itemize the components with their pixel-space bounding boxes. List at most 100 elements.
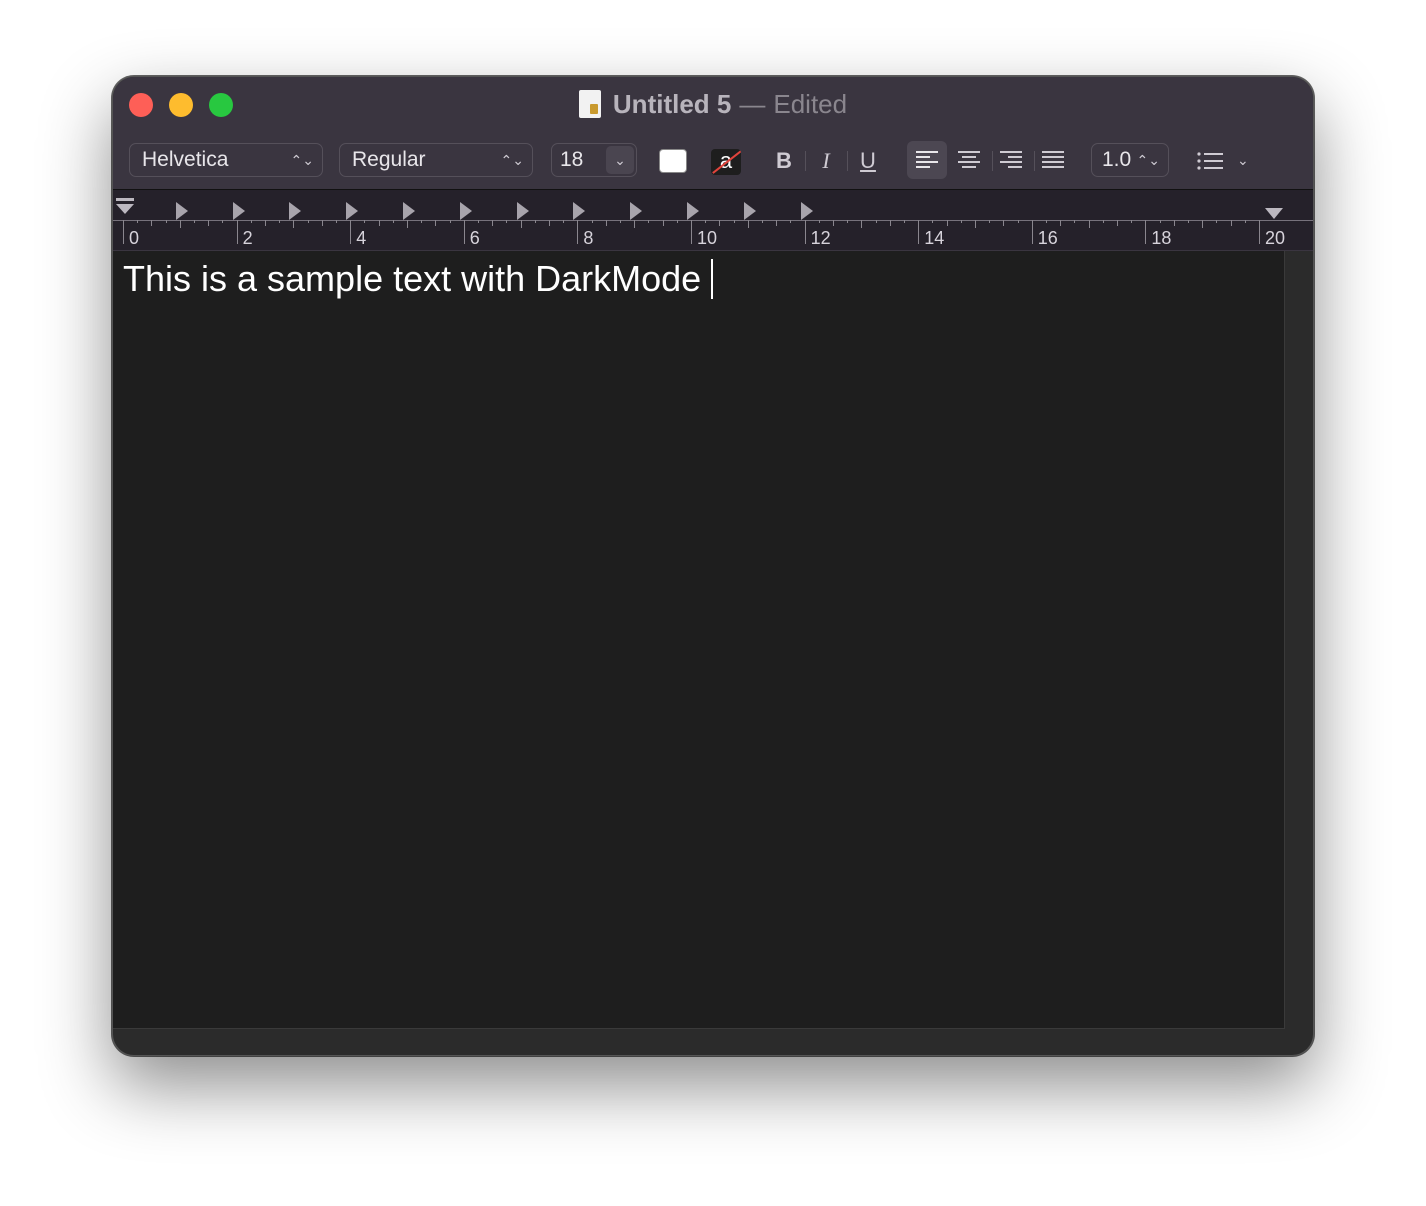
ruler-tick [1216,220,1218,223]
tab-stop-marker[interactable] [289,202,302,220]
ruler-label: 4 [356,228,367,248]
tab-stop-marker[interactable] [687,202,699,220]
ruler-tick [790,220,792,223]
ruler-tick [350,220,352,244]
align-right-button[interactable] [991,141,1031,179]
ruler-label: 0 [129,228,140,248]
ruler-tick [676,220,678,223]
text-color-well[interactable] [659,149,687,173]
ruler-label: 12 [810,228,831,248]
ruler-tick [321,220,323,226]
ruler-tick [833,220,834,226]
tab-stop-marker[interactable] [573,202,586,220]
first-line-indent-marker[interactable] [115,198,135,220]
ruler-tick [279,220,281,223]
ruler-tick [591,220,593,223]
tab-stop-marker[interactable] [346,202,359,220]
alignment-group [907,141,1075,179]
ruler-tick [194,220,195,223]
ruler-tick [421,220,423,223]
underline-button[interactable]: U [853,145,883,177]
ruler-tick [889,220,891,226]
ruler-label: 18 [1151,228,1172,248]
list-style-button[interactable]: ⌄ [1193,143,1259,177]
font-style-value: Regular [352,148,426,171]
line-spacing-value: 1.0 [1102,148,1132,171]
tab-stop-marker[interactable] [800,202,813,220]
ruler-tick [1031,220,1033,244]
bold-button[interactable]: B [769,145,799,177]
ruler-tick [605,220,607,226]
textedit-window: Untitled 5 — Edited Helvetica ⌃⌄ Regular ⌃… [112,76,1314,1056]
font-family-popup[interactable]: Helvetica ⌃⌄ [129,143,323,177]
line-spacing-popup[interactable]: 1.0 ⌃⌄ [1091,143,1169,177]
justify-button[interactable] [1033,141,1073,179]
chevron-down-icon: ⌄ [1237,152,1249,168]
right-margin-marker[interactable] [1265,208,1283,219]
document-name[interactable]: Untitled 5 [613,89,731,119]
tab-stop-marker[interactable] [459,202,472,220]
ruler-tick [733,220,735,223]
font-size-combo[interactable]: 18 ⌄ [551,143,637,177]
divider [805,151,806,171]
ruler-tick [435,220,437,226]
tab-stop-marker[interactable] [232,202,245,220]
ruler-tick [492,220,494,226]
document-icon[interactable] [578,90,601,118]
ruler-tick [463,220,465,244]
ruler-tick [534,220,536,223]
ruler-tick [137,220,139,223]
ruler-tick [1159,220,1161,223]
ruler-tick [265,220,266,226]
updown-arrows-icon: ⌃⌄ [1136,152,1160,168]
tab-stop-marker[interactable] [630,202,643,220]
ruler-tick [1117,220,1118,226]
ruler-tick [250,220,252,223]
font-style-popup[interactable]: Regular ⌃⌄ [339,143,533,177]
ruler-tick [549,220,550,226]
ruler-tick [449,220,451,223]
ruler-tick [932,220,934,223]
align-center-button[interactable] [949,141,989,179]
highlight-color-button[interactable]: a [711,149,741,175]
tab-stop-marker[interactable] [175,202,188,220]
tab-stop-marker[interactable] [743,202,756,220]
text-editor[interactable]: This is a sample text with DarkMode [113,251,1285,1029]
highlight-label: a [719,149,733,173]
ruler-tick [336,220,337,223]
font-family-value: Helvetica [142,148,229,171]
ruler-tick [307,220,309,223]
ruler-tick [222,220,224,223]
ruler-label: 8 [583,228,594,248]
ruler-tick [1074,220,1076,223]
align-right-icon [1000,151,1022,168]
ruler[interactable]: 0 2 4 6 8 10 12 14 16 18 20 [113,189,1313,251]
updown-arrows-icon: ⌃⌄ [500,152,524,168]
ruler-tick [847,220,849,223]
ruler-tick [705,220,707,223]
ruler-tick [1202,220,1204,228]
ruler-label: 2 [242,228,253,248]
ruler-tick [662,220,664,226]
ruler-tick [1088,220,1090,228]
chevron-down-icon[interactable]: ⌄ [606,146,634,174]
justify-icon [1042,151,1064,168]
tab-stop-marker[interactable] [516,202,529,220]
ruler-tick [123,220,124,244]
align-center-icon [958,151,980,168]
titlebar: Untitled 5 — Edited Helvetica ⌃⌄ Regular ⌃… [113,77,1313,189]
ruler-tick [691,220,692,244]
ruler-tick [236,220,238,244]
align-left-button[interactable] [907,141,947,179]
ruler-tick [1173,220,1175,226]
font-size-value[interactable]: 18 [560,144,583,176]
ruler-tick [747,220,749,228]
ruler-tick [506,220,508,223]
ruler-tick [151,220,153,226]
tab-stop-marker[interactable] [403,202,415,220]
italic-button[interactable]: I [811,145,841,177]
ruler-tick [165,220,167,223]
divider [847,151,848,171]
document-text[interactable]: This is a sample text with DarkMode [123,257,714,301]
updown-arrows-icon: ⌃⌄ [290,152,314,168]
